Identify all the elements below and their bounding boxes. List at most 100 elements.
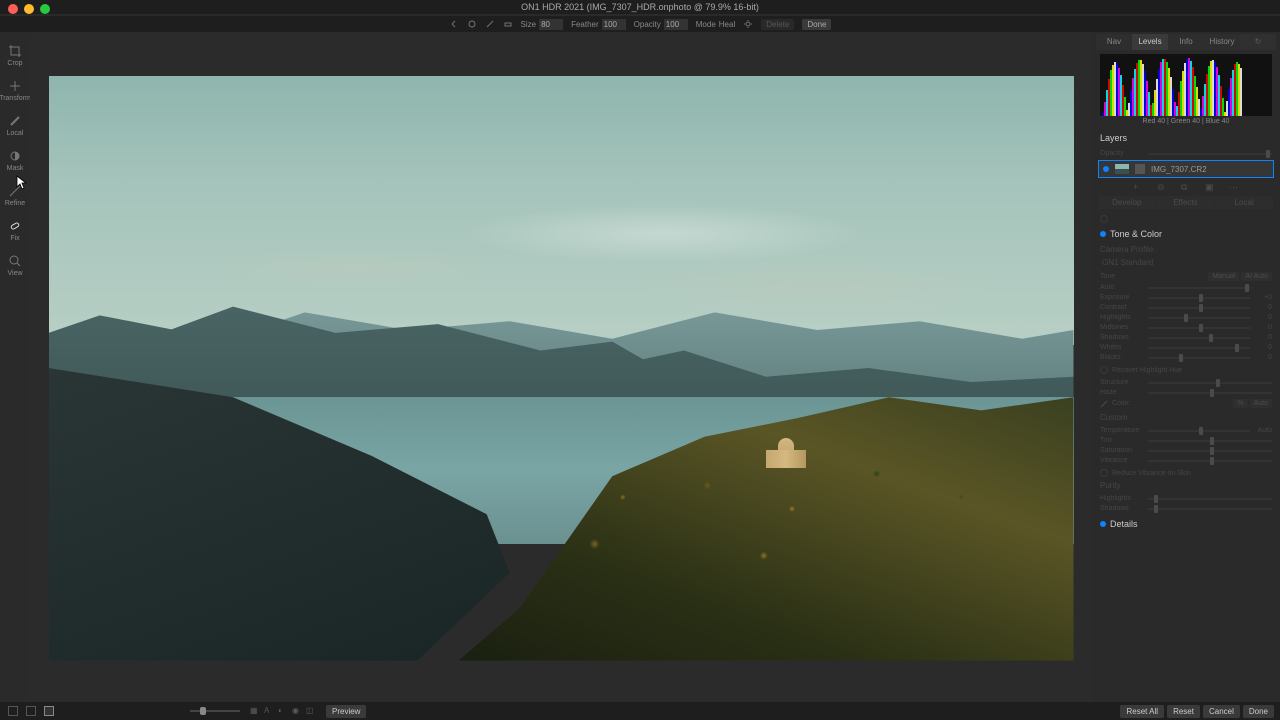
panel-tabs: Nav Levels Info History ↻ [1096,34,1276,50]
slider-label-highlights: Highlights [1100,314,1144,321]
reduce-vibrance-label: Reduce Vibrance on Skin [1112,470,1191,477]
tone-label: Tone [1100,273,1144,280]
color-auto-button[interactable]: Auto [1250,399,1272,408]
split-view-icon[interactable]: ◫ [306,706,316,716]
merge-layer-icon[interactable]: ▣ [1205,182,1215,192]
reset-all-button[interactable]: Reset All [1120,705,1164,718]
compare-a-icon[interactable]: A [264,706,274,716]
zoom-slider[interactable] [190,710,240,712]
tint-label: Tint [1100,437,1144,444]
purity-shadows-slider[interactable] [1148,508,1272,510]
highlights-slider[interactable] [1148,317,1250,319]
edit-mode-tabs: Develop Effects Local [1098,196,1274,209]
delete-button[interactable]: Delete [761,19,794,30]
opacity-label: Opacity [634,20,661,29]
reset-button[interactable]: Reset [1167,705,1200,718]
ai-auto-button[interactable]: AI Auto [1241,272,1272,281]
view-tool[interactable]: View [7,254,22,277]
compare-view-icon[interactable] [44,706,54,716]
purity-highlights-label: Highlights [1100,495,1144,502]
histogram-readout: Red 40 | Green 40 | Blue 40 [1092,118,1280,125]
temperature-label: Temperature [1100,427,1144,434]
purity-highlights-slider[interactable] [1148,498,1272,500]
fix-tool[interactable]: Fix [8,219,22,242]
exposure-slider[interactable] [1148,297,1250,299]
temperature-slider[interactable] [1148,430,1250,432]
undo-icon[interactable] [449,19,459,29]
brush-icon[interactable] [485,19,495,29]
midtones-slider[interactable] [1148,327,1250,329]
tab-nav[interactable]: Nav [1096,34,1132,50]
grid-view-icon[interactable] [8,706,18,716]
layer-opacity-label: Opacity [1100,150,1144,157]
size-input[interactable] [539,19,563,30]
auto-slider[interactable] [1148,287,1250,289]
wb-preset[interactable]: Custom [1092,411,1280,424]
haze-slider[interactable] [1148,392,1272,394]
canvas[interactable] [30,34,1092,702]
stamp-icon[interactable] [467,19,477,29]
preview-button[interactable]: Preview [326,705,366,718]
toggle-all-checkbox[interactable] [1100,215,1108,223]
crop-tool[interactable]: Crop [7,44,22,67]
transform-icon [8,79,22,93]
gear-icon[interactable] [743,19,753,29]
refresh-icon[interactable]: ↻ [1240,34,1276,50]
delete-layer-icon[interactable]: ⊖ [1157,182,1167,192]
tint-slider[interactable] [1148,440,1272,442]
done-button[interactable]: Done [802,19,831,30]
feather-input[interactable] [602,19,626,30]
structure-slider[interactable] [1148,382,1272,384]
local-tool[interactable]: Local [7,114,24,137]
mask-tool[interactable]: Mask [7,149,24,172]
purity-label: Purity [1092,479,1280,492]
shadows-slider[interactable] [1148,337,1250,339]
minimize-button[interactable] [24,4,34,14]
clipping-icon[interactable]: ◉ [292,706,302,716]
tone-color-header[interactable]: Tone & Color [1092,225,1280,243]
eraser-icon[interactable] [503,19,513,29]
visibility-dot[interactable] [1103,166,1109,172]
softproof-icon[interactable]: ▦ [250,706,260,716]
tab-levels[interactable]: Levels [1132,34,1168,50]
vibrance-slider[interactable] [1148,460,1272,462]
layer-thumbnail [1115,164,1129,174]
duplicate-layer-icon[interactable]: ⧉ [1181,182,1191,192]
layers-header[interactable]: Layers [1092,129,1280,147]
tab-develop[interactable]: Develop [1098,196,1157,209]
eyedropper-icon[interactable] [1100,400,1108,408]
opacity-input[interactable] [664,19,688,30]
slider-label-whites: Whites [1100,344,1144,351]
layer-opacity-slider[interactable] [1148,153,1272,155]
status-bar: ▦ A ◐ ◉ ◫ Preview Reset All Reset Cancel… [0,702,1280,720]
size-label: Size [521,20,537,29]
whites-slider[interactable] [1148,347,1250,349]
maximize-button[interactable] [40,4,50,14]
reduce-vibrance-checkbox[interactable] [1100,469,1108,477]
cancel-button[interactable]: Cancel [1203,705,1240,718]
mask-view-icon[interactable]: ◐ [278,706,288,716]
layer-item[interactable]: IMG_7307.CR2 [1098,160,1274,178]
add-layer-icon[interactable]: + [1133,182,1143,192]
recover-highlight-checkbox[interactable] [1100,366,1108,374]
transform-tool[interactable]: Transform [0,79,31,102]
blacks-slider[interactable] [1148,357,1250,359]
more-layer-icon[interactable]: ⋯ [1229,182,1239,192]
close-button[interactable] [8,4,18,14]
tab-info[interactable]: Info [1168,34,1204,50]
mode-value[interactable]: Heal [719,20,735,29]
slider-label-contrast: Contrast [1100,304,1144,311]
title-bar: ON1 HDR 2021 (IMG_7307_HDR.onphoto @ 79.… [0,0,1280,14]
wb-percent-button[interactable]: % [1233,399,1247,408]
single-view-icon[interactable] [26,706,36,716]
tab-history[interactable]: History [1204,34,1240,50]
contrast-slider[interactable] [1148,307,1250,309]
manual-button[interactable]: Manual [1208,272,1239,281]
tab-effects[interactable]: Effects [1157,196,1216,209]
tab-local[interactable]: Local [1215,196,1274,209]
done-button-bottom[interactable]: Done [1243,705,1274,718]
details-header[interactable]: Details [1092,515,1280,533]
slider-label-shadows: Shadows [1100,334,1144,341]
camera-profile-value[interactable]: ON1 Standard [1092,256,1280,269]
saturation-slider[interactable] [1148,450,1272,452]
